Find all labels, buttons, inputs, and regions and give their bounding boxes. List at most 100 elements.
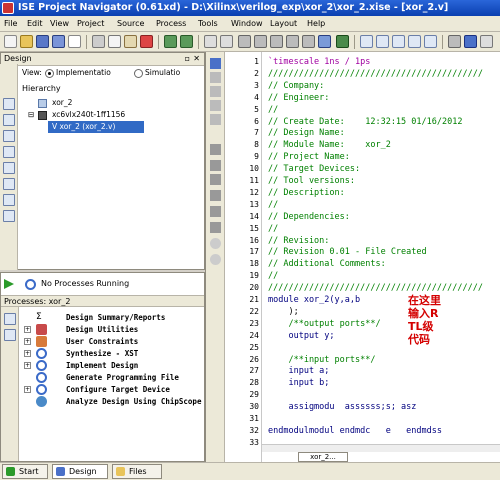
menu-window[interactable]: Window: [231, 18, 263, 30]
code-line[interactable]: assigmodu assssss;s; asz: [268, 402, 416, 412]
simulation-label[interactable]: Simulatio: [145, 68, 180, 78]
menu-process[interactable]: Process: [156, 18, 186, 30]
delete-icon[interactable]: [140, 35, 153, 48]
code-line[interactable]: //: [268, 200, 278, 210]
code-line[interactable]: input b;: [268, 378, 329, 388]
save-icon[interactable]: [36, 35, 49, 48]
minimize-icon[interactable]: ▫: [185, 53, 190, 65]
cut-icon[interactable]: [92, 35, 105, 48]
tree-item-project[interactable]: xor_2: [52, 98, 72, 108]
cascade-icon[interactable]: [424, 35, 437, 48]
uncomment-icon[interactable]: [210, 114, 221, 125]
find-next-icon[interactable]: [286, 35, 299, 48]
expand-icon[interactable]: +: [24, 326, 31, 333]
comment-icon[interactable]: [210, 100, 221, 111]
code-line[interactable]: ////////////////////////////////////////…: [268, 69, 483, 79]
overflow-icon[interactable]: [480, 35, 493, 48]
bookmark-icon[interactable]: [318, 35, 331, 48]
indent-icon[interactable]: [210, 72, 221, 83]
process-item[interactable]: + Design Utilities: [1, 324, 201, 335]
open-folder-icon[interactable]: [20, 35, 33, 48]
code-line[interactable]: output y;: [268, 331, 334, 341]
close-icon[interactable]: ✕: [193, 53, 200, 65]
code-line[interactable]: // Dependencies:: [268, 212, 350, 222]
menu-file[interactable]: File: [4, 18, 17, 30]
code-line[interactable]: // Company:: [268, 81, 324, 91]
code-line[interactable]: //: [268, 105, 278, 115]
code-line[interactable]: /**input ports**/: [268, 355, 375, 365]
schematic-icon[interactable]: [3, 178, 15, 190]
process-item[interactable]: + User Constraints: [1, 336, 201, 347]
undo-icon[interactable]: [164, 35, 177, 48]
search-icon[interactable]: [238, 35, 251, 48]
expand-icon[interactable]: +: [24, 386, 31, 393]
navigate-back-icon[interactable]: [210, 238, 221, 249]
outdent-icon[interactable]: [210, 86, 221, 97]
redo-icon[interactable]: [180, 35, 193, 48]
tree-item-device[interactable]: xc6vlx240t-1ff1156: [52, 110, 125, 120]
split-icon[interactable]: [392, 35, 405, 48]
code-line[interactable]: `timescale 1ns / 1ps: [268, 57, 370, 67]
help-icon[interactable]: [464, 35, 477, 48]
add-copy-icon[interactable]: [3, 114, 15, 126]
menu-project[interactable]: Project: [77, 18, 104, 30]
search-icon[interactable]: [3, 210, 15, 222]
zoom-out-icon[interactable]: [270, 35, 283, 48]
tree-item-source[interactable]: V xor_2 (xor_2.v): [52, 122, 115, 132]
menu-edit[interactable]: Edit: [27, 18, 43, 30]
paste-icon[interactable]: [124, 35, 137, 48]
radio-simulation[interactable]: [134, 69, 143, 78]
find-previous-icon[interactable]: [302, 35, 315, 48]
toggle-bookmark-icon[interactable]: [210, 144, 221, 155]
code-line[interactable]: // Revision:: [268, 236, 329, 246]
expand-icon[interactable]: +: [24, 350, 31, 357]
code-line[interactable]: endmodulmodul endmdc e endmdss: [268, 426, 442, 436]
layout-icon[interactable]: [360, 35, 373, 48]
code-line[interactable]: // Project Name:: [268, 152, 350, 162]
code-line[interactable]: // Description:: [268, 188, 345, 198]
tab-files[interactable]: Files: [112, 464, 162, 479]
tab-design[interactable]: Design: [52, 464, 108, 479]
menu-view[interactable]: View: [50, 18, 69, 30]
language-template-icon[interactable]: [210, 222, 221, 233]
panel-icon[interactable]: [376, 35, 389, 48]
expand-icon[interactable]: +: [24, 338, 31, 345]
code-line[interactable]: //: [268, 271, 278, 281]
process-item[interactable]: Generate Programming File: [1, 372, 201, 383]
save-all-icon[interactable]: [52, 35, 65, 48]
horizontal-scrollbar[interactable]: [262, 444, 500, 452]
code-line[interactable]: input a;: [268, 366, 329, 376]
undock-icon[interactable]: [220, 35, 233, 48]
radio-implementation[interactable]: [45, 69, 54, 78]
code-line[interactable]: // Module Name: xor_2: [268, 140, 391, 150]
code-line[interactable]: // Revision 0.01 - File Created: [268, 247, 427, 257]
copy-icon[interactable]: [108, 35, 121, 48]
process-item[interactable]: + Configure Target Device: [1, 384, 201, 395]
tile-icon[interactable]: [408, 35, 421, 48]
expand-icon[interactable]: +: [24, 362, 31, 369]
print-icon[interactable]: [68, 35, 81, 48]
code-line[interactable]: // Tool versions:: [268, 176, 355, 186]
menu-layout[interactable]: Layout: [270, 18, 297, 30]
properties-icon[interactable]: [3, 162, 15, 174]
tools-icon[interactable]: [448, 35, 461, 48]
code-line[interactable]: ////////////////////////////////////////…: [268, 283, 483, 293]
process-item[interactable]: + Implement Design: [1, 360, 201, 371]
tab-xor-2-v[interactable]: xor_2...: [298, 452, 348, 462]
remove-icon[interactable]: [3, 146, 15, 158]
menu-help[interactable]: Help: [307, 18, 325, 30]
text-icon[interactable]: [210, 58, 221, 69]
process-item[interactable]: + Synthesize - XST: [1, 348, 201, 359]
check-icon[interactable]: [336, 35, 349, 48]
dock-icon[interactable]: [204, 35, 217, 48]
menu-source[interactable]: Source: [117, 18, 144, 30]
code-line[interactable]: // Additional Comments:: [268, 259, 386, 269]
code-line[interactable]: // Create Date: 12:32:15 01/16/2012: [268, 117, 462, 127]
code-line[interactable]: // Target Devices:: [268, 164, 360, 174]
menu-tools[interactable]: Tools: [198, 18, 218, 30]
code-line[interactable]: /**output ports**/: [268, 319, 380, 329]
new-file-icon[interactable]: [4, 35, 17, 48]
code-line[interactable]: // Engineer:: [268, 93, 329, 103]
process-item[interactable]: Analyze Design Using ChipScope: [1, 396, 201, 407]
zoom-in-icon[interactable]: [254, 35, 267, 48]
